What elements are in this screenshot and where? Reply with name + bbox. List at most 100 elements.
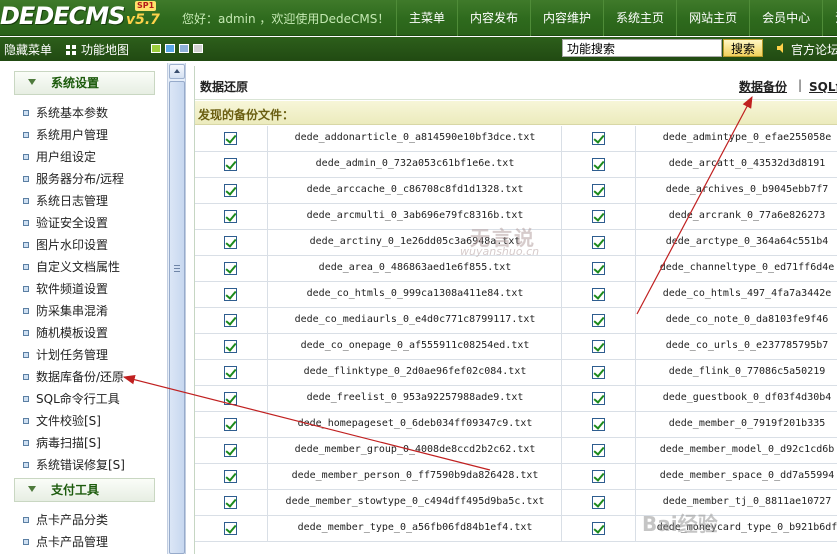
file-checkbox[interactable]	[224, 418, 237, 431]
cell-divider	[635, 204, 636, 230]
sidebar-item[interactable]: 病毒扫描[S]	[23, 433, 101, 453]
sidebar-item[interactable]: 系统用户管理	[23, 125, 108, 145]
file-checkbox[interactable]	[592, 392, 605, 405]
sidebar-item[interactable]: 点卡产品分类	[23, 510, 108, 530]
sidebar-item[interactable]: SQL命令行工具	[23, 389, 120, 409]
file-checkbox[interactable]	[592, 444, 605, 457]
file-checkbox[interactable]	[592, 132, 605, 145]
sql-command-link[interactable]: SQL命	[809, 78, 837, 95]
cell-divider	[635, 334, 636, 360]
cell-divider	[267, 412, 268, 438]
sidebar-item[interactable]: 系统日志管理	[23, 191, 108, 211]
file-checkbox[interactable]	[592, 184, 605, 197]
file-checkbox[interactable]	[224, 158, 237, 171]
skin-swatch[interactable]	[165, 44, 175, 53]
file-checkbox[interactable]	[592, 288, 605, 301]
file-checkbox[interactable]	[592, 418, 605, 431]
cell-divider	[267, 256, 268, 282]
file-checkbox[interactable]	[224, 522, 237, 535]
sidebar-item[interactable]: 服务器分布/远程	[23, 169, 124, 189]
file-checkbox[interactable]	[224, 288, 237, 301]
main-panel: 数据还原 数据备份 | SQL命 发现的备份文件： dede_addonarti…	[194, 66, 837, 554]
file-checkbox[interactable]	[592, 262, 605, 275]
sidebar-group-header[interactable]: 支付工具	[14, 478, 155, 502]
sidebar-group-header[interactable]: 系统设置	[14, 71, 155, 95]
skin-swatch[interactable]	[151, 44, 161, 53]
skin-swatch[interactable]	[179, 44, 189, 53]
sidebar-item-label: 软件频道设置	[36, 282, 109, 296]
sidebar-item[interactable]: 用户组设定	[23, 147, 96, 167]
file-checkbox[interactable]	[224, 392, 237, 405]
cell-divider	[561, 256, 562, 282]
backup-file-name: dede_co_htmls_0_999ca1308a411e84.txt	[306, 288, 524, 299]
backup-file-name: dede_member_stowtype_0_c494dff495d9ba5c.…	[285, 496, 545, 507]
top-nav-item[interactable]: 会员中心	[749, 0, 822, 36]
file-checkbox[interactable]	[224, 262, 237, 275]
file-checkbox[interactable]	[224, 236, 237, 249]
scroll-up-arrow-icon[interactable]	[169, 64, 185, 79]
welcome-text: 您好：admin ，欢迎使用DedeCMS！	[182, 12, 390, 26]
sidebar-item[interactable]: 自定义文档属性	[23, 257, 120, 277]
top-nav-item[interactable]: 内容维护	[530, 0, 603, 36]
sidebar-item[interactable]: 文件校验[S]	[23, 411, 101, 431]
file-checkbox[interactable]	[592, 158, 605, 171]
file-checkbox[interactable]	[592, 470, 605, 483]
file-checkbox[interactable]	[592, 210, 605, 223]
file-checkbox[interactable]	[592, 314, 605, 327]
sidebar-item[interactable]: 随机模板设置	[23, 323, 108, 343]
table-row: dede_co_onepage_0_af555911c08254ed.txt de…	[195, 334, 837, 360]
file-checkbox[interactable]	[224, 366, 237, 379]
file-checkbox[interactable]	[224, 210, 237, 223]
sidebar-item-label: 验证安全设置	[36, 216, 109, 230]
sidebar-scrollbar[interactable]	[167, 63, 186, 554]
file-checkbox[interactable]	[592, 522, 605, 535]
data-backup-link[interactable]: 数据备份	[739, 78, 787, 95]
function-search-input[interactable]	[562, 39, 722, 57]
sidebar-item-label: 病毒扫描[S]	[36, 436, 101, 450]
top-nav-item[interactable]: 网站主页	[676, 0, 749, 36]
sidebar-item[interactable]: 防采集串混淆	[23, 301, 108, 321]
file-checkbox[interactable]	[592, 366, 605, 379]
top-nav-item[interactable]: 系统主页	[603, 0, 676, 36]
top-nav-item[interactable]: 主菜单	[396, 0, 457, 36]
file-checkbox[interactable]	[224, 314, 237, 327]
file-checkbox[interactable]	[224, 184, 237, 197]
official-forum-link[interactable]: 官方论坛	[791, 41, 837, 58]
file-checkbox[interactable]	[224, 444, 237, 457]
bullet-icon	[23, 352, 29, 358]
sidebar-item[interactable]: 系统基本参数	[23, 103, 108, 123]
backup-file-name: dede_channeltype_0_ed71ff6d4e	[659, 262, 835, 273]
bullet-icon	[23, 462, 29, 468]
sidebar-item[interactable]: 点卡产品管理	[23, 532, 108, 552]
sidebar-item[interactable]: 验证安全设置	[23, 213, 108, 233]
file-checkbox[interactable]	[224, 496, 237, 509]
skin-swatch[interactable]	[193, 44, 203, 53]
function-map-link[interactable]: 功能地图	[66, 41, 129, 58]
file-checkbox[interactable]	[592, 236, 605, 249]
table-row: dede_area_0_486863aed1e6f855.txt dede_cha…	[195, 256, 837, 282]
file-checkbox[interactable]	[592, 496, 605, 509]
sidebar-item[interactable]: 系统错误修复[S]	[23, 455, 125, 475]
backup-files-label: 发现的备份文件：	[198, 108, 295, 122]
top-nav-item[interactable]: 注销	[822, 0, 837, 36]
scroll-thumb[interactable]	[169, 81, 185, 554]
backup-file-name: dede_homepageset_0_6deb034ff09347c9.txt	[297, 418, 533, 429]
bullet-icon	[23, 132, 29, 138]
search-button[interactable]: 搜索	[723, 39, 763, 57]
hide-menu-link[interactable]: 隐藏菜单	[4, 41, 52, 58]
backup-file-name: dede_arcrank_0_77a6e826273	[668, 210, 826, 221]
file-checkbox[interactable]	[224, 132, 237, 145]
file-checkbox[interactable]	[224, 470, 237, 483]
sidebar-item[interactable]: 计划任务管理	[23, 345, 108, 365]
sidebar-item[interactable]: 软件频道设置	[23, 279, 108, 299]
top-nav-item[interactable]: 内容发布	[457, 0, 530, 36]
forum-speaker-icon	[777, 43, 783, 53]
title-bar: 数据还原 数据备份 | SQL命	[195, 66, 837, 100]
sidebar-item[interactable]: 数据库备份/还原	[23, 367, 124, 387]
table-row: dede_addonarticle_0_a814590e10bf3dce.txt…	[195, 126, 837, 152]
sidebar-item[interactable]: 图片水印设置	[23, 235, 108, 255]
cell-divider	[267, 464, 268, 490]
file-checkbox[interactable]	[592, 340, 605, 353]
cell-divider	[267, 360, 268, 386]
file-checkbox[interactable]	[224, 340, 237, 353]
